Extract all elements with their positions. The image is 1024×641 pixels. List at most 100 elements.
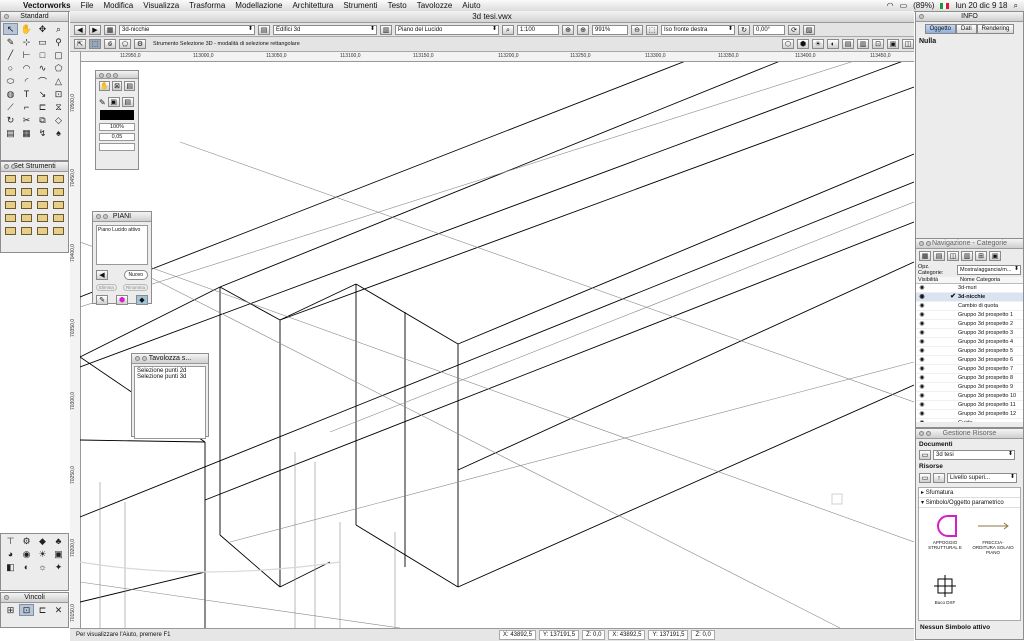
grid-tool-icon[interactable]	[51, 225, 66, 237]
truss-tool-icon[interactable]	[51, 212, 66, 224]
resource-manager-title[interactable]: Gestione Risorse	[916, 429, 1023, 439]
space-tool-icon[interactable]	[3, 199, 18, 211]
category-list[interactable]: ◉ 3d-muri ◉ ✔ 3d-nicchie ◉ Cambio di quota ◉ Gru…	[916, 284, 1023, 422]
class-icon[interactable]: ▦	[104, 24, 116, 35]
category-row[interactable]: ◉ Gruppo 3d prospetto 7	[916, 365, 1023, 374]
zoom-field[interactable]: 991%	[592, 24, 628, 35]
reshape-tool-icon[interactable]: ◇	[51, 114, 66, 126]
menu-tavolozze[interactable]: Tavolozze	[412, 1, 458, 10]
category-row[interactable]: ◉ Gruppo 3d prospetto 2	[916, 320, 1023, 329]
polygon-tool-icon[interactable]: ⬠	[51, 62, 66, 74]
visibility-eye-icon[interactable]: ◉	[916, 302, 928, 310]
category-row[interactable]: ◉ Gruppo 3d prospetto 5	[916, 347, 1023, 356]
scale-field[interactable]: 1:100	[517, 24, 559, 35]
plane-mode-3-icon[interactable]: ◆	[136, 295, 148, 305]
menu-modellazione[interactable]: Modellazione	[230, 1, 287, 10]
mode-rect-selection-icon[interactable]: ⬚	[89, 39, 101, 49]
visibility-eye-icon[interactable]: ◉	[916, 347, 928, 355]
plan-rotation-icon[interactable]: ⟳	[788, 24, 800, 35]
info-palette-title[interactable]: INFO	[916, 12, 1023, 22]
fillet-tool-icon[interactable]: ⌐	[19, 101, 34, 113]
planes-list[interactable]: Piano Lucido attivo	[96, 225, 148, 265]
constraint-grid-icon[interactable]: ⊞	[3, 604, 18, 616]
mirror-tool-icon[interactable]: ⧖	[51, 101, 66, 113]
nav-layers-icon[interactable]: ▤	[933, 251, 945, 261]
window-tool-icon[interactable]	[51, 173, 66, 185]
pilaster-tool-icon[interactable]	[19, 212, 34, 224]
rectangle-tool-icon[interactable]: □	[35, 49, 50, 61]
visibility-eye-icon[interactable]: ◉	[916, 419, 928, 422]
freehand-tool-icon[interactable]: ∿	[35, 62, 50, 74]
symbol-thumb[interactable]: FRECCIA-ORDITURA SOLAIO PIANO	[971, 513, 1015, 555]
class-select[interactable]: 3d-nicchie	[119, 24, 255, 35]
visibility-eye-icon[interactable]: ◉	[916, 293, 928, 301]
category-row[interactable]: ◉ 3d-muri	[916, 284, 1023, 293]
sweep-tool-icon[interactable]: ↯	[35, 127, 50, 139]
category-options-select[interactable]: Mostra/aggancia/m...	[957, 265, 1021, 275]
visibility-eye-icon[interactable]: ◉	[916, 284, 928, 292]
zoom-out-icon[interactable]: ⊖	[631, 24, 643, 35]
coord-z2[interactable]: Z: 0,0	[691, 630, 715, 640]
camera-tool-icon[interactable]: ◐	[19, 561, 34, 573]
flag-icon[interactable]	[940, 2, 950, 9]
nav-references-icon[interactable]: ⊞	[975, 251, 987, 261]
extrude-tool-icon[interactable]: ▦	[19, 127, 34, 139]
visibility-eye-icon[interactable]: ◉	[916, 383, 928, 391]
document-icon[interactable]: ▭	[919, 450, 931, 460]
plane-nav-icon[interactable]: ◀	[96, 270, 108, 280]
tab-oggetto[interactable]: Oggetto	[924, 24, 956, 34]
view-select[interactable]: Iso fronte destra	[661, 24, 735, 35]
back-view-icon[interactable]: ◀	[74, 24, 86, 35]
hardscape-tool-icon[interactable]: ◕	[3, 548, 18, 560]
document-select[interactable]: 3d tesi	[933, 450, 1015, 460]
stair-tool-icon[interactable]	[3, 186, 18, 198]
dimension-tool-icon[interactable]: ⊢	[19, 49, 34, 61]
site-model-tool-icon[interactable]: ⊤	[3, 535, 18, 547]
light-tool-icon[interactable]: ☀	[35, 548, 50, 560]
split-tool-icon[interactable]: ✂	[19, 114, 34, 126]
menu-file[interactable]: File	[76, 1, 99, 10]
rect-tool-icon[interactable]: ▭	[35, 36, 50, 48]
section-tool-icon[interactable]	[19, 225, 34, 237]
lights-icon[interactable]: ☀	[812, 39, 824, 49]
tab-rendering[interactable]: Rendering	[976, 24, 1015, 34]
color-tool-icon[interactable]: ◉	[19, 548, 34, 560]
roof-tool-icon[interactable]	[19, 186, 34, 198]
trim-tool-icon[interactable]: ⟋	[3, 101, 18, 113]
visibility-eye-icon[interactable]: ◉	[916, 329, 928, 337]
layer-options-icon[interactable]: ▤	[842, 39, 854, 49]
menu-modifica[interactable]: Modifica	[98, 1, 138, 10]
line-weight-field[interactable]: 0,05	[99, 133, 135, 141]
menu-trasforma[interactable]: Trasforma	[184, 1, 230, 10]
flyover-mode-icon[interactable]: ◐	[827, 39, 839, 49]
category-row[interactable]: ◉ Gruppo 3d prospetto 3	[916, 329, 1023, 338]
menu-architettura[interactable]: Architettura	[287, 1, 338, 10]
view-icon[interactable]: ⬚	[646, 24, 658, 35]
document-title-bar[interactable]: 3d tesi.vwx	[70, 11, 914, 23]
folder-row[interactable]: ▸ Sfumatura	[919, 488, 1020, 498]
plane-mode-1-icon[interactable]: ✎	[96, 295, 108, 305]
wall-tool-icon[interactable]	[3, 173, 18, 185]
layer-icon[interactable]: ▤	[258, 24, 270, 35]
layer-select[interactable]: Edifici 3d	[273, 24, 377, 35]
beam-tool-icon[interactable]	[51, 186, 66, 198]
nav-symbols-icon[interactable]: ▣	[989, 251, 1001, 261]
coord-z[interactable]: Z: 0,0	[582, 630, 606, 640]
fill-style-icon[interactable]: ✋	[99, 81, 110, 91]
category-row[interactable]: ◉ Gruppo 3d prospetto 10	[916, 392, 1023, 401]
constraint-angle-icon[interactable]: ⊏	[35, 604, 50, 616]
delete-plane-button[interactable]: Elimina	[96, 284, 117, 291]
pen-color-icon[interactable]: ▤	[121, 97, 134, 107]
category-row[interactable]: ◉ Gruppo 3d prospetto 8	[916, 374, 1023, 383]
zoom-fit-icon[interactable]: ⊕	[562, 24, 574, 35]
polyline-tool-icon[interactable]: ⌒	[35, 75, 50, 87]
menu-visualizza[interactable]: Visualizza	[138, 1, 184, 10]
rotate-view-icon[interactable]: ↻	[738, 24, 750, 35]
projection-icon[interactable]: ⬢	[797, 39, 809, 49]
elevation-tool-icon[interactable]	[35, 225, 50, 237]
pen-color-swatch[interactable]	[100, 110, 134, 120]
clock[interactable]: lun 20 dic 9 18	[955, 1, 1007, 10]
paint-tool-icon[interactable]: ♠	[51, 127, 66, 139]
toolset-palette-title[interactable]: Set Strumenti	[1, 162, 68, 172]
working-plane-icon[interactable]: ▨	[803, 24, 815, 35]
